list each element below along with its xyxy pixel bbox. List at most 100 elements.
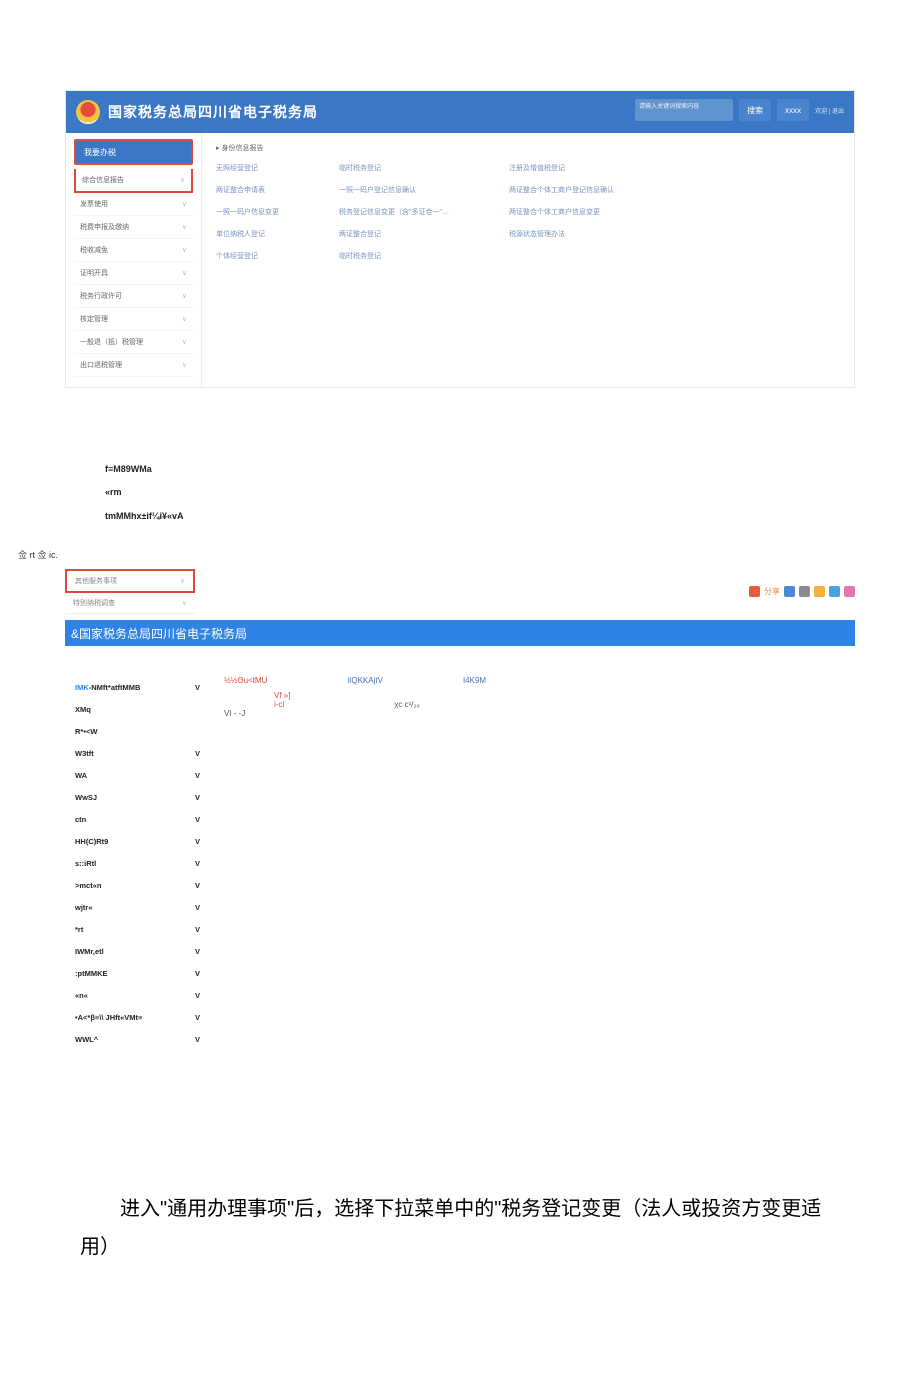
ct2-cell: I4K9M [463, 676, 486, 685]
sidebar2-item[interactable]: :ptMMKEV [75, 962, 210, 984]
garble-line: tmMMhx±if¼i¥«vA [105, 505, 920, 528]
search-input[interactable]: 请输入关键词搜索内容 [635, 99, 733, 121]
left-label: 佥 rt 佥 ic. [18, 548, 920, 561]
logo-icon [76, 100, 100, 124]
v-mark: V [195, 815, 200, 824]
sb2-label: •A<*β≡\\ JHft«VMt≡ [75, 1013, 142, 1022]
content-link[interactable]: 税源状态管理办法 [509, 229, 614, 239]
dropdown-highlight[interactable]: 其他服务事项 ∨ [65, 569, 195, 593]
sidebar2-item[interactable]: HH(C)Rt9 V [75, 830, 210, 852]
sb2-label: IWMr,etl [75, 947, 104, 956]
sidebar2-item[interactable]: WwSJV [75, 786, 210, 808]
sidebar-item[interactable]: 出口退税管理∨ [74, 354, 193, 377]
sidebar2-item[interactable]: >mct«n V [75, 874, 210, 896]
sidebar-item-label: 发票使用 [80, 199, 108, 209]
content-link[interactable]: 两证整合个体工商户登记信息确认 [509, 185, 614, 195]
sidebar2-item[interactable]: R*•<W [75, 720, 210, 742]
chevron-down-icon: ∨ [182, 246, 187, 254]
sidebar-item-label: 出口退税管理 [80, 360, 122, 370]
content-link[interactable]: 临时税务登记 [339, 163, 449, 173]
sidebar2-item[interactable]: IMK-NMft*atftMMBV [75, 676, 210, 698]
sidebar2-item[interactable]: wjtr«V [75, 896, 210, 918]
sb2-label: >mct«n [75, 881, 101, 890]
app-window-2: &国家税务总局四川省电子税务局 IMK-NMft*atftMMBV XMq R*… [65, 620, 855, 1070]
sb2-label: XMq [75, 705, 91, 714]
content-area-2: ½½Θu<tMU iIQKKAjtV I4K9M Vf »] i-cl χc c… [210, 676, 855, 1050]
chevron-up-icon: ∧ [180, 176, 185, 184]
content-link[interactable]: 两证整合个体工商户信息变更 [509, 207, 614, 217]
sidebar2-item[interactable]: «n«V [75, 984, 210, 1006]
sidebar: 我要办税 综合信息报告 ∧ 发票使用∨ 税费申报及缴纳∨ 税收减免∨ 证明开具∨… [66, 133, 202, 387]
share-icon[interactable] [844, 586, 855, 597]
sidebar-item[interactable]: 一般退（抵）税管理∨ [74, 331, 193, 354]
search-button[interactable]: 搜索 [739, 99, 771, 121]
share-icon[interactable] [814, 586, 825, 597]
content-link[interactable]: 两证整合登记 [339, 229, 449, 239]
sb2-label: *rt [75, 925, 83, 934]
sidebar-item-label: 综合信息报告 [82, 175, 124, 185]
v-mark: V [195, 837, 200, 846]
share-bar: 分享 [749, 586, 855, 597]
sidebar-item-label: 税务行政许可 [80, 291, 122, 301]
sidebar2-item[interactable]: s::iRtlV [75, 852, 210, 874]
share-icon[interactable] [799, 586, 810, 597]
sidebar-item[interactable]: 核定管理∨ [74, 308, 193, 331]
chevron-down-icon: ∨ [182, 223, 187, 231]
sidebar-item[interactable]: 证明开具∨ [74, 262, 193, 285]
content-link[interactable]: 临时税务登记 [339, 251, 449, 261]
sb2-label: R*•<W [75, 727, 97, 736]
sidebar2-item[interactable]: ctn V [75, 808, 210, 830]
v-mark: V [195, 881, 200, 890]
share-text: 分享 [764, 586, 780, 597]
ct2-cell: VI - -J [224, 709, 245, 718]
chevron-down-icon: ∨ [182, 338, 187, 346]
paragraph-text: 进入"通用办理事项"后，选择下拉菜单中的"税务登记变更（法人或投资方变更适用） [80, 1198, 821, 1258]
user-area-button[interactable]: xxxx [777, 99, 809, 121]
app-window-1: 国家税务总局四川省电子税务局 请输入关键词搜索内容 搜索 xxxx 欢迎 | 退… [65, 90, 855, 388]
content-link[interactable]: 个体经营登记 [216, 251, 279, 261]
v-mark: V [195, 771, 200, 780]
sidebar-item[interactable]: 税收减免∨ [74, 239, 193, 262]
sidebar2-item[interactable]: WAV [75, 764, 210, 786]
sidebar-top-button[interactable]: 我要办税 [74, 139, 193, 165]
sidebar-item[interactable]: 税务行政许可∨ [74, 285, 193, 308]
content-link[interactable]: 一照一码户信息变更 [216, 207, 279, 217]
sidebar-item[interactable]: 综合信息报告 ∧ [74, 169, 193, 193]
content-link[interactable]: 单位纳税人登记 [216, 229, 279, 239]
v-mark: V [195, 903, 200, 912]
share-icon[interactable] [829, 586, 840, 597]
v-mark: V [195, 859, 200, 868]
content-link[interactable]: 注册及增值税登记 [509, 163, 614, 173]
sidebar2-item[interactable]: W3tftV [75, 742, 210, 764]
content-link[interactable]: 税务登记信息变更（含"多证合一"… [339, 207, 449, 217]
content-link[interactable]: 一照一码户登记信息确认 [339, 185, 449, 195]
v-mark: V [195, 1013, 200, 1022]
chevron-down-icon: ∨ [182, 269, 187, 277]
content-link[interactable]: 两证整合申请表 [216, 185, 279, 195]
header-info: 欢迎 | 退出 [815, 106, 844, 115]
sidebar2-item[interactable]: WWL^ V [75, 1028, 210, 1050]
sidebar2-item[interactable]: •A<*β≡\\ JHft«VMt≡ V [75, 1006, 210, 1028]
sidebar2-item[interactable]: IWMr,etl V [75, 940, 210, 962]
sb2-blue: IMK [75, 683, 89, 692]
sidebar-item[interactable]: 发票使用∨ [74, 193, 193, 216]
v-mark: V [195, 1035, 200, 1044]
share-icon[interactable] [749, 586, 760, 597]
sidebar-item[interactable]: 税费申报及缴纳 ∨ [74, 216, 193, 239]
dropdown[interactable]: 特别纳税调查 ∨ [65, 593, 195, 614]
sb2-label: HH(C)Rt9 [75, 837, 108, 846]
sb2-label: W3tft [75, 749, 94, 758]
v-mark: V [195, 793, 200, 802]
dropdown-box: 其他服务事项 ∨ 特别纳税调查 ∨ [65, 569, 195, 614]
sidebar2-item[interactable]: XMq [75, 698, 210, 720]
sidebar-item-label: 税费申报及缴纳 [80, 222, 129, 232]
v-mark: V [195, 683, 200, 692]
v-mark: V [195, 947, 200, 956]
sidebar2-item[interactable]: *rtV [75, 918, 210, 940]
share-icon[interactable] [784, 586, 795, 597]
sb2-label: WWL^ [75, 1035, 98, 1044]
sb2-label: ctn [75, 815, 86, 824]
sidebar-2: IMK-NMft*atftMMBV XMq R*•<W W3tftV WAV W… [65, 676, 210, 1050]
header-bar-2: &国家税务总局四川省电子税务局 [65, 620, 855, 646]
content-link[interactable]: 无照经营登记 [216, 163, 279, 173]
